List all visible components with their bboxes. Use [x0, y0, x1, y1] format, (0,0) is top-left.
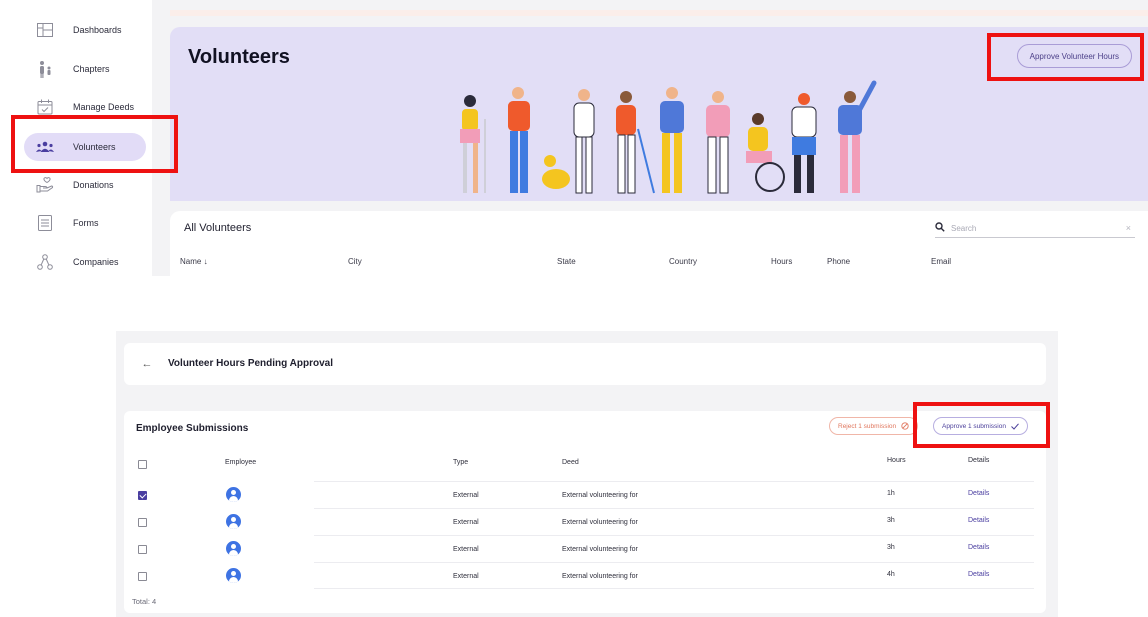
table-row: External External volunteering for 3h De… [124, 508, 1046, 535]
companies-icon [36, 253, 54, 271]
highlight-box-approve-submission [913, 402, 1050, 448]
sidebar-item-label: Donations [73, 180, 114, 190]
notice-strip [170, 10, 1148, 16]
volunteers-illustration [460, 80, 877, 194]
people-icon [36, 60, 54, 78]
row-checkbox[interactable] [138, 572, 147, 581]
sidebar-item-donations[interactable]: Donations [24, 171, 146, 199]
highlight-box-approve-hours [987, 33, 1144, 81]
details-link[interactable]: Details [968, 517, 989, 524]
all-volunteers-card: All Volunteers Search × Name ↓ City Stat… [170, 211, 1148, 276]
row-checkbox[interactable] [138, 545, 147, 554]
avatar [226, 514, 241, 529]
row-divider [314, 481, 1034, 482]
hours-cell: 1h [887, 490, 895, 497]
sidebar-item-label: Chapters [73, 64, 110, 74]
column-header-name[interactable]: Name ↓ [180, 257, 208, 266]
dashboard-icon [36, 21, 54, 39]
type-cell: External [453, 492, 479, 499]
section-title: Employee Submissions [136, 423, 249, 434]
employee-submissions-card: Employee Submissions Reject 1 submission… [124, 411, 1046, 613]
sidebar-item-companies[interactable]: Companies [24, 248, 146, 276]
hours-cell: 4h [887, 571, 895, 578]
sidebar-item-label: Forms [73, 218, 99, 228]
deed-cell: External volunteering for [562, 519, 638, 526]
deed-cell: External volunteering for [562, 546, 638, 553]
sidebar-item-label: Companies [73, 257, 119, 267]
sidebar-item-label: Dashboards [73, 25, 122, 35]
column-header-details: Details [968, 457, 990, 464]
sidebar-item-dashboards[interactable]: Dashboards [24, 16, 146, 44]
column-header-state[interactable]: State [557, 257, 576, 266]
calendar-check-icon [36, 98, 54, 116]
search-input[interactable]: Search × [935, 219, 1135, 238]
hours-cell: 3h [887, 544, 895, 551]
row-divider [314, 535, 1034, 536]
details-link[interactable]: Details [968, 571, 989, 578]
column-header-employee: Employee [225, 459, 257, 466]
block-icon [901, 422, 909, 430]
sidebar-item-forms[interactable]: Forms [24, 209, 146, 237]
section-title: All Volunteers [184, 222, 252, 234]
avatar [226, 568, 241, 583]
column-header-deed: Deed [562, 459, 579, 466]
row-checkbox[interactable] [138, 491, 147, 500]
highlight-box-volunteers [11, 115, 178, 173]
search-placeholder: Search [951, 223, 977, 233]
column-header-email[interactable]: Email [931, 257, 951, 266]
row-divider [314, 562, 1034, 563]
details-link[interactable]: Details [968, 544, 989, 551]
deed-cell: External volunteering for [562, 573, 638, 580]
details-link[interactable]: Details [968, 490, 989, 497]
row-divider [314, 588, 1034, 589]
row-divider [314, 508, 1034, 509]
column-header-type: Type [453, 459, 469, 466]
hand-heart-icon [36, 176, 54, 194]
table-row: External External volunteering for 3h De… [124, 535, 1046, 562]
table-row: External External volunteering for 1h De… [124, 481, 1046, 508]
type-cell: External [453, 573, 479, 580]
select-all-checkbox[interactable] [138, 460, 147, 469]
type-cell: External [453, 546, 479, 553]
page-title: Volunteers [188, 46, 290, 68]
column-header-city[interactable]: City [348, 257, 362, 266]
column-header-country[interactable]: Country [669, 257, 697, 266]
column-header-phone[interactable]: Phone [827, 257, 850, 266]
page-header: ← Volunteer Hours Pending Approval [124, 343, 1046, 385]
pending-approval-screenshot: ← Volunteer Hours Pending Approval Emplo… [116, 331, 1058, 617]
table-row: External External volunteering for 4h De… [124, 562, 1046, 589]
avatar [226, 487, 241, 502]
column-header-hours[interactable]: Hours [771, 257, 792, 266]
hours-cell: 3h [887, 517, 895, 524]
column-header-hours: Hours [887, 457, 906, 464]
reject-submission-button[interactable]: Reject 1 submission [829, 417, 919, 435]
page-title: Volunteer Hours Pending Approval [168, 358, 334, 369]
form-icon [36, 214, 54, 232]
type-cell: External [453, 519, 479, 526]
search-icon [935, 219, 945, 237]
sidebar-item-chapters[interactable]: Chapters [24, 55, 146, 83]
deed-cell: External volunteering for [562, 492, 638, 499]
reject-label: Reject 1 submission [838, 422, 897, 430]
clear-search-icon[interactable]: × [1126, 223, 1131, 233]
back-arrow-icon[interactable]: ← [137, 354, 157, 374]
sidebar-item-label: Manage Deeds [73, 102, 135, 112]
total-count: Total: 4 [132, 597, 157, 606]
row-checkbox[interactable] [138, 518, 147, 527]
avatar [226, 541, 241, 556]
